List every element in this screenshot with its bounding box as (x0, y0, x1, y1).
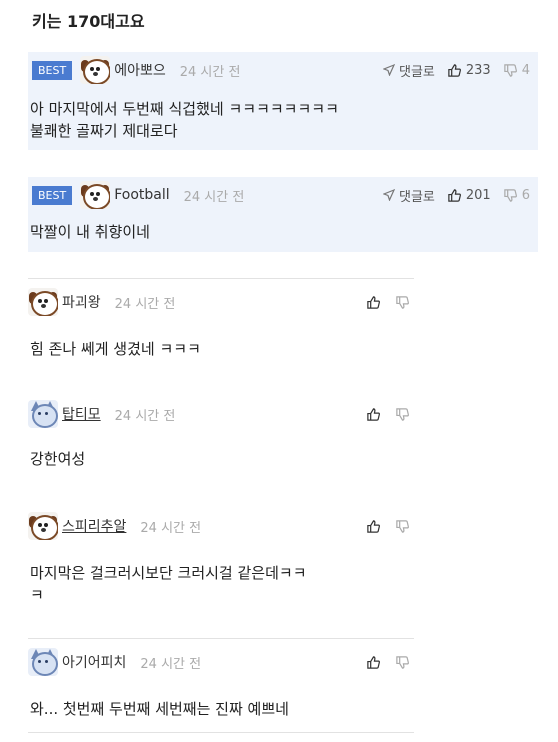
send-arrow-icon (383, 64, 395, 76)
comment-divider (28, 278, 414, 279)
comment-divider (28, 638, 414, 639)
thumbs-down-icon (396, 655, 409, 669)
send-arrow-icon (383, 189, 395, 201)
dislike-button[interactable] (395, 407, 410, 422)
best-comment: BEST Football 24 시간 전 댓글로 201 6 막짤이 내 취향… (28, 177, 538, 252)
comment-time: 24 시간 전 (114, 296, 176, 312)
thumbs-down-icon (396, 519, 409, 533)
cat-avatar-icon[interactable] (28, 648, 58, 676)
cat-avatar-icon[interactable] (28, 400, 58, 428)
comment-divider (28, 732, 414, 733)
comment-author[interactable]: 에아뽀으 (114, 60, 166, 80)
like-button[interactable]: 233 (447, 63, 491, 78)
thumbs-up-icon (448, 63, 461, 77)
previous-comment-text: 키는 170대고요 (32, 12, 145, 31)
best-badge: BEST (32, 185, 73, 205)
dislike-button[interactable]: 4 (503, 63, 530, 78)
like-button[interactable] (366, 519, 381, 534)
dog-avatar-icon[interactable] (28, 288, 58, 316)
like-count: 233 (465, 62, 491, 78)
thumbs-up-icon (367, 655, 380, 669)
comment-author[interactable]: 파괴왕 (62, 292, 101, 312)
comment-text-line: 힘 존나 쎄게 생겼네 ㅋㅋㅋ (30, 340, 201, 358)
comment-text-line: 와... 첫번째 두번째 세번째는 진짜 예쁘네 (30, 700, 289, 718)
like-button[interactable] (366, 295, 381, 310)
comment-text-line: 강한여성 (30, 450, 86, 468)
comment-text-line: 불쾌한 골짜기 제대로다 (30, 122, 178, 140)
like-button[interactable] (366, 407, 381, 422)
thumbs-up-icon (448, 188, 461, 202)
comment-author[interactable]: Football (114, 187, 169, 203)
dislike-button[interactable] (395, 519, 410, 534)
dislike-button[interactable] (395, 295, 410, 310)
dislike-button[interactable] (395, 655, 410, 670)
comment-text-line: 막짤이 내 취향이네 (30, 223, 150, 241)
comment-time: 24 시간 전 (114, 408, 176, 424)
comment-time: 24 시간 전 (140, 520, 202, 536)
dislike-count: 6 (521, 187, 530, 203)
comment-author[interactable]: 아기어피치 (62, 652, 126, 672)
dislike-count: 4 (521, 62, 530, 78)
dog-avatar-icon[interactable] (80, 181, 111, 209)
thumbs-up-icon (367, 519, 380, 533)
dog-avatar-icon[interactable] (28, 512, 58, 540)
thumbs-up-icon (367, 407, 380, 421)
best-comment: BEST 에아뽀으 24 시간 전 댓글로 233 4 아 마지막에서 두번째 … (28, 52, 538, 150)
dislike-button[interactable]: 6 (503, 188, 530, 203)
comment-text-line: 마지막은 걸크러시보단 크러시걸 같은데ㅋㅋ (30, 564, 307, 582)
reply-label: 댓글로 (399, 64, 435, 80)
thumbs-down-icon (503, 188, 517, 202)
reply-label: 댓글로 (399, 189, 435, 205)
like-count: 201 (465, 187, 491, 203)
comment-time: 24 시간 전 (183, 189, 245, 205)
comment-text-line: 아 마지막에서 두번째 식겁했네 ㅋㅋㅋㅋㅋㅋㅋㅋ (30, 100, 339, 118)
reply-button[interactable]: 댓글로 (383, 61, 435, 80)
comment-time: 24 시간 전 (179, 64, 241, 80)
thumbs-down-icon (396, 295, 409, 309)
comment-time: 24 시간 전 (140, 656, 202, 672)
reply-button[interactable]: 댓글로 (383, 186, 435, 205)
comment-author[interactable]: 스피리추알 (62, 516, 126, 536)
thumbs-up-icon (367, 295, 380, 309)
comment-text-line: ㅋ (30, 586, 44, 604)
best-badge: BEST (32, 60, 73, 80)
thumbs-down-icon (503, 63, 517, 77)
dog-avatar-icon[interactable] (80, 56, 111, 84)
like-button[interactable] (366, 655, 381, 670)
like-button[interactable]: 201 (447, 188, 491, 203)
comment-author[interactable]: 탑티모 (62, 404, 101, 424)
thumbs-down-icon (396, 407, 409, 421)
